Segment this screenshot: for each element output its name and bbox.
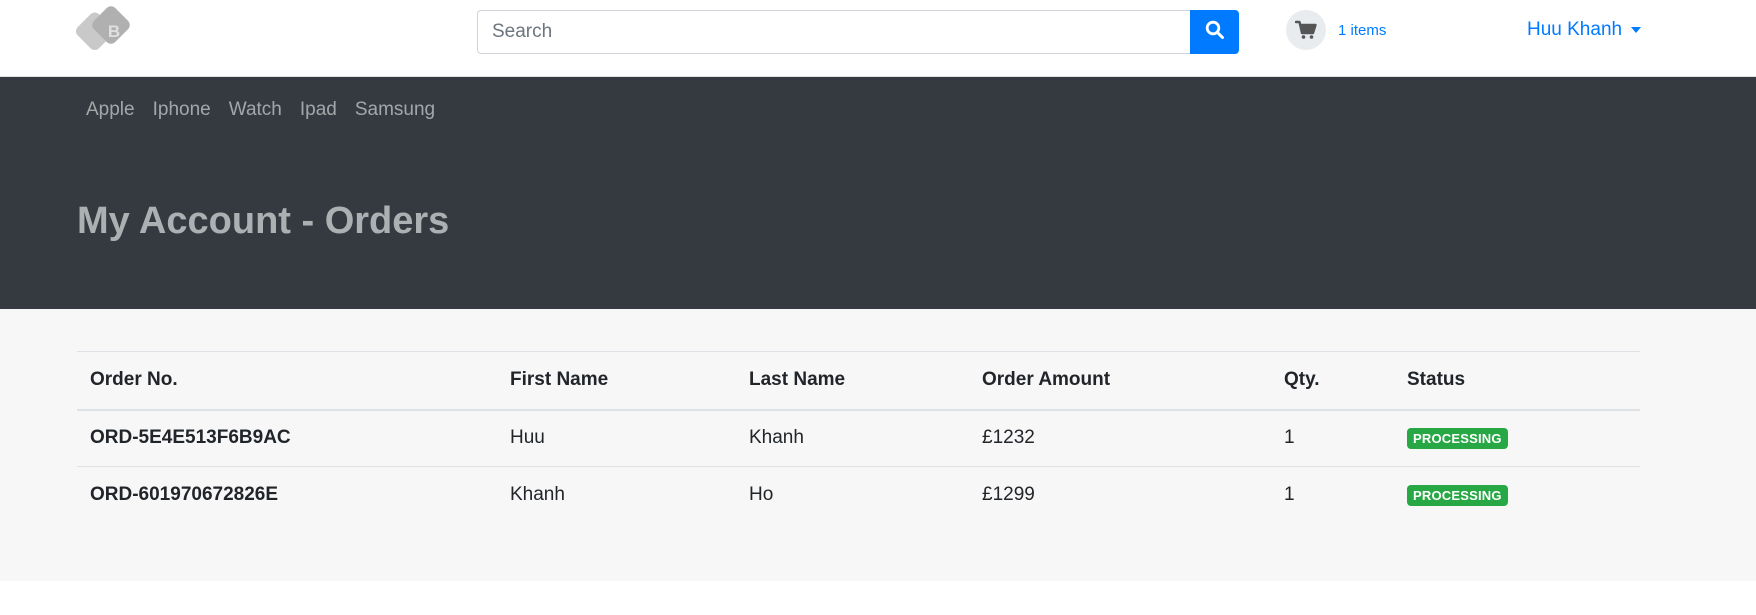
first-name: Khanh bbox=[497, 466, 736, 524]
nav-item-apple[interactable]: Apple bbox=[77, 99, 144, 121]
brand-logo-icon[interactable]: B bbox=[76, 6, 144, 58]
order-qty: 1 bbox=[1271, 466, 1394, 524]
caret-down-icon bbox=[1631, 27, 1642, 33]
table-header-row: Order No. First Name Last Name Order Amo… bbox=[77, 351, 1640, 411]
search-button[interactable] bbox=[1190, 10, 1239, 54]
status-cell: PROCESSING bbox=[1394, 466, 1640, 524]
page-hero: Apple Iphone Watch Ipad Samsung My Accou… bbox=[0, 77, 1756, 309]
last-name: Ho bbox=[736, 466, 969, 524]
cart-count: 1 items bbox=[1338, 21, 1387, 39]
nav-item-ipad[interactable]: Ipad bbox=[291, 99, 346, 121]
column-header-qty[interactable]: Qty. bbox=[1271, 351, 1394, 411]
column-header-first-name[interactable]: First Name bbox=[497, 351, 736, 411]
column-header-status[interactable]: Status bbox=[1394, 351, 1640, 411]
cart-link[interactable]: 1 items bbox=[1286, 10, 1386, 50]
order-amount: £1232 bbox=[982, 427, 1035, 449]
nav-item-samsung[interactable]: Samsung bbox=[346, 99, 444, 121]
page-title: My Account - Orders bbox=[77, 200, 450, 242]
search-icon bbox=[1205, 20, 1225, 45]
user-name: Huu Khanh bbox=[1527, 19, 1623, 40]
order-number[interactable]: ORD-601970672826E bbox=[77, 466, 497, 524]
table-row[interactable]: ORD-601970672826E Khanh Ho £1299 1 PROCE… bbox=[77, 466, 1640, 524]
top-header: B 1 items Huu Khanh bbox=[0, 0, 1756, 77]
shopping-cart-icon bbox=[1286, 10, 1326, 50]
column-header-order-amount[interactable]: Order Amount bbox=[969, 351, 1271, 411]
orders-section: Order No. First Name Last Name Order Amo… bbox=[0, 309, 1756, 581]
column-header-last-name[interactable]: Last Name bbox=[736, 351, 969, 411]
table-row[interactable]: ORD-5E4E513F6B9AC Huu Khanh £1232 1 PROC… bbox=[77, 410, 1640, 467]
category-nav: Apple Iphone Watch Ipad Samsung bbox=[77, 99, 444, 121]
order-number[interactable]: ORD-5E4E513F6B9AC bbox=[77, 410, 497, 467]
last-name: Khanh bbox=[749, 427, 804, 449]
order-qty: 1 bbox=[1284, 427, 1295, 449]
svg-text:B: B bbox=[108, 22, 120, 41]
column-header-order-no[interactable]: Order No. bbox=[77, 351, 497, 411]
orders-table: Order No. First Name Last Name Order Amo… bbox=[77, 351, 1640, 524]
search-input[interactable] bbox=[477, 10, 1190, 54]
status-cell: PROCESSING bbox=[1394, 410, 1640, 467]
nav-item-iphone[interactable]: Iphone bbox=[144, 99, 220, 121]
first-name: Huu bbox=[510, 427, 545, 449]
status-badge: PROCESSING bbox=[1407, 485, 1508, 507]
nav-item-watch[interactable]: Watch bbox=[220, 99, 291, 121]
user-menu-dropdown[interactable]: Huu Khanh bbox=[1527, 19, 1642, 41]
order-amount: £1299 bbox=[969, 466, 1271, 524]
status-badge: PROCESSING bbox=[1407, 428, 1508, 450]
search-form bbox=[477, 10, 1239, 54]
